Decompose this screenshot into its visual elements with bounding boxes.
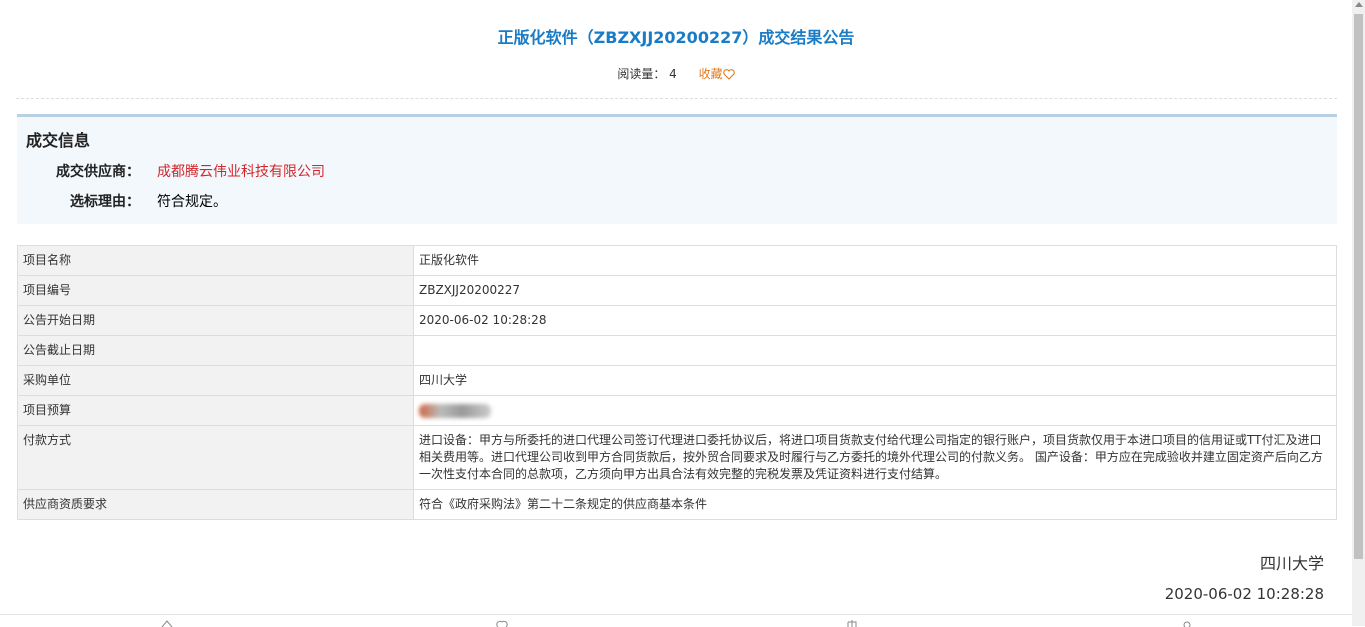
row-value: 2020-06-02 10:28:28 [413, 305, 1337, 336]
table-row: 公告开始日期 2020-06-02 10:28:28 [17, 305, 1337, 336]
supplier-label: 成交供应商： [56, 164, 140, 180]
page-title: 正版化软件（ZBZXJJ20200227）成交结果公告 [497, 28, 855, 47]
table-row: 项目编号 ZBZXJJ20200227 [17, 275, 1337, 306]
row-value: 进口设备：甲方与所委托的进口代理公司签订代理进口委托协议后，将进口项目货款支付给… [413, 425, 1337, 490]
reason-label: 选标理由： [70, 194, 140, 210]
bottom-toolbar [0, 614, 1352, 627]
row-value [413, 335, 1337, 366]
row-value: 正版化软件 [413, 245, 1337, 276]
row-key: 公告截止日期 [17, 335, 414, 366]
row-value: ZBZXJJ20200227 [413, 275, 1337, 306]
row-key: 项目名称 [17, 245, 414, 276]
supplier-value: 成都腾云伟业科技有限公司 [157, 164, 325, 180]
redaction-blur [419, 403, 491, 418]
table-row: 采购单位 四川大学 [17, 365, 1337, 396]
row-key: 项目预算 [17, 395, 414, 426]
row-key: 付款方式 [17, 425, 414, 490]
deal-info-heading: 成交信息 [26, 131, 91, 150]
favorite-label: 收藏 [698, 67, 723, 81]
table-row: 公告截止日期 [17, 335, 1337, 366]
row-value: 四川大学 [413, 365, 1337, 396]
reason-value: 符合规定。 [157, 194, 227, 210]
table-row: 项目预算 [17, 395, 1337, 426]
table-row: 付款方式 进口设备：甲方与所委托的进口代理公司签订代理进口委托协议后，将进口项目… [17, 425, 1337, 490]
heart-icon [722, 69, 735, 80]
scrollbar-thumb[interactable] [1354, 14, 1363, 559]
row-value: 符合《政府采购法》第二十二条规定的供应商基本条件 [413, 489, 1337, 520]
row-key: 采购单位 [17, 365, 414, 396]
row-key: 供应商资质要求 [17, 489, 414, 520]
project-info-table: 项目名称 正版化软件 项目编号 ZBZXJJ20200227 公告开始日期 20… [17, 245, 1337, 520]
article-meta: 阅读量： 4 收藏 [0, 65, 1352, 82]
table-row: 项目名称 正版化软件 [17, 245, 1337, 276]
scroll-up-icon[interactable] [1355, 2, 1363, 7]
deal-info-panel: 成交信息 成交供应商： 成都腾云伟业科技有限公司 选标理由： 符合规定。 [17, 114, 1337, 224]
table-row: 供应商资质要求 符合《政府采购法》第二十二条规定的供应商基本条件 [17, 489, 1337, 520]
read-count-value: 4 [669, 67, 677, 81]
header-divider [16, 98, 1337, 99]
signature-org: 四川大学 [1259, 554, 1324, 573]
read-count-label: 阅读量： [617, 67, 666, 81]
favorite-button[interactable]: 收藏 [699, 67, 735, 81]
vertical-scrollbar[interactable] [1352, 0, 1365, 626]
row-key: 项目编号 [17, 275, 414, 306]
signature-date: 2020-06-02 10:28:28 [1164, 585, 1324, 603]
row-key: 公告开始日期 [17, 305, 414, 336]
budget-value-redacted [413, 395, 1337, 426]
announcement-page: 正版化软件（ZBZXJJ20200227）成交结果公告 阅读量： 4 收藏 成交… [0, 0, 1352, 627]
